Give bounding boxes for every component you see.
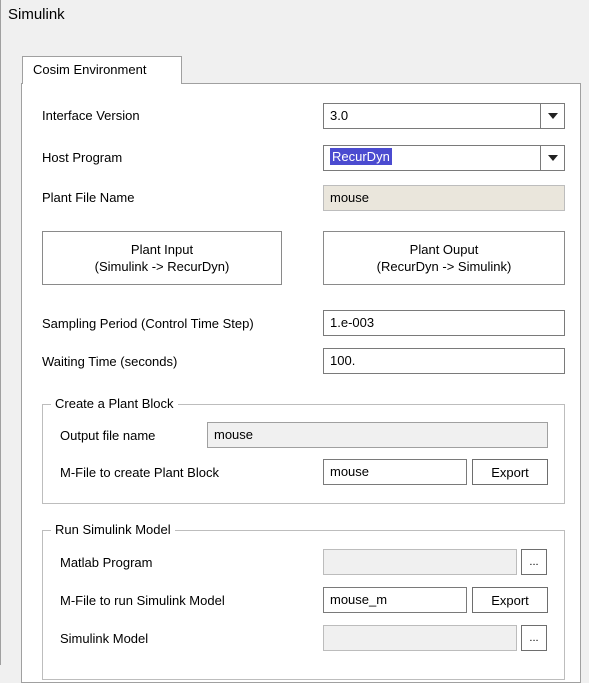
output-file-name-field: mouse [207, 422, 548, 448]
window-title: Simulink [8, 6, 65, 23]
matlab-program-field [323, 549, 517, 575]
mfile-run-simulink-value: mouse_m [330, 592, 388, 607]
plant-output-button-subtitle: (RecurDyn -> Simulink) [376, 259, 512, 274]
create-plant-block-group [42, 404, 565, 504]
plant-output-button[interactable]: Plant Ouput (RecurDyn -> Simulink) [323, 231, 565, 285]
sampling-period-input[interactable]: 1.e-003 [323, 310, 565, 336]
interface-version-value: 3.0 [330, 108, 349, 123]
output-file-name-value: mouse [214, 427, 254, 442]
plant-input-button-title: Plant Input [130, 242, 194, 257]
waiting-time-input[interactable]: 100. [323, 348, 565, 374]
mfile-create-plant-value: mouse [330, 464, 370, 479]
tab-label: Cosim Environment [33, 62, 147, 77]
mfile-create-plant-label: M-File to create Plant Block [60, 465, 219, 480]
sampling-period-label: Sampling Period (Control Time Step) [42, 316, 254, 331]
host-program-label: Host Program [42, 150, 123, 165]
simulink-model-field [323, 625, 517, 651]
create-plant-block-title: Create a Plant Block [51, 396, 178, 411]
plant-output-button-title: Plant Ouput [409, 242, 479, 257]
host-program-dropdown-button[interactable] [541, 145, 565, 171]
matlab-program-browse-button[interactable]: ... [521, 549, 547, 575]
chevron-down-icon [547, 113, 558, 119]
tab-cosim-environment[interactable]: Cosim Environment [22, 56, 182, 84]
waiting-time-label: Waiting Time (seconds) [42, 354, 178, 369]
host-program-select[interactable]: RecurDyn [323, 145, 541, 171]
export-simulink-model-button[interactable]: Export [472, 587, 548, 613]
plant-input-button[interactable]: Plant Input (Simulink -> RecurDyn) [42, 231, 282, 285]
waiting-time-value: 100. [330, 353, 356, 368]
plant-file-name-field: mouse [323, 185, 565, 211]
interface-version-select[interactable]: 3.0 [323, 103, 541, 129]
simulink-model-browse-button[interactable]: ... [521, 625, 547, 651]
simulink-model-label: Simulink Model [60, 631, 149, 646]
plant-input-button-subtitle: (Simulink -> RecurDyn) [94, 259, 230, 274]
chevron-down-icon [547, 155, 558, 161]
mfile-create-plant-input[interactable]: mouse [323, 459, 467, 485]
export-plant-block-label: Export [491, 464, 529, 480]
matlab-program-label: Matlab Program [60, 555, 153, 570]
plant-file-name-label: Plant File Name [42, 190, 135, 205]
window-border [0, 0, 1, 665]
run-simulink-model-title: Run Simulink Model [51, 522, 175, 537]
host-program-value: RecurDyn [329, 147, 393, 166]
export-simulink-model-label: Export [491, 592, 529, 608]
interface-version-label: Interface Version [42, 108, 140, 123]
interface-version-dropdown-button[interactable] [541, 103, 565, 129]
ellipsis-icon: ... [529, 555, 539, 568]
ellipsis-icon: ... [529, 631, 539, 644]
mfile-run-simulink-label: M-File to run Simulink Model [60, 593, 225, 608]
output-file-name-label: Output file name [60, 428, 156, 443]
plant-file-name-value: mouse [330, 190, 370, 205]
mfile-run-simulink-input[interactable]: mouse_m [323, 587, 467, 613]
export-plant-block-button[interactable]: Export [472, 459, 548, 485]
sampling-period-value: 1.e-003 [330, 315, 375, 330]
